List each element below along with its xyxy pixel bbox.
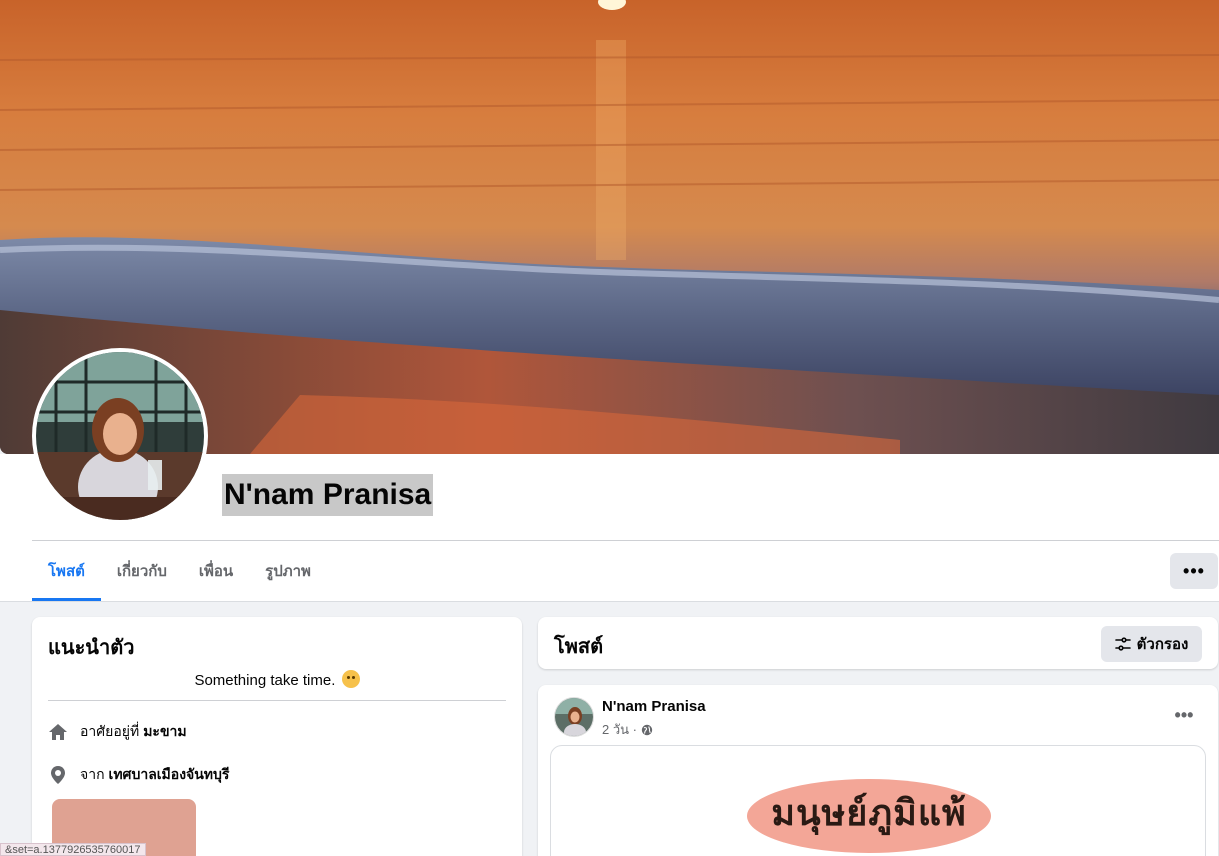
- post-timestamp[interactable]: 2 วัน ·: [602, 719, 637, 740]
- intro-bio: Something take time.: [32, 670, 522, 689]
- profile-avatar[interactable]: [32, 348, 208, 524]
- filter-sliders-icon: [1114, 636, 1131, 652]
- post-author-name[interactable]: N'nam Pranisa: [602, 698, 706, 715]
- tab-photos[interactable]: รูปภาพ: [249, 541, 327, 601]
- tab-about[interactable]: เกี่ยวกับ: [101, 541, 183, 601]
- avatar-image: [36, 352, 204, 520]
- more-options-button[interactable]: •••: [1170, 553, 1218, 589]
- bio-text: Something take time.: [194, 672, 336, 689]
- profile-name: N'nam Pranisa: [222, 474, 434, 516]
- intro-divider: [48, 700, 506, 701]
- smiling-cat-emoji-icon: [341, 670, 360, 688]
- intro-card: แนะนำตัว Something take time. อาศัยอยู่ท…: [32, 617, 522, 856]
- from-row: จาก เทศบาลเมืองจันทบุรี: [48, 764, 229, 786]
- post-more-button[interactable]: •••: [1166, 701, 1202, 729]
- home-icon: [48, 722, 68, 742]
- intro-title: แนะนำตัว: [48, 637, 135, 659]
- filter-button[interactable]: ตัวกรอง: [1101, 626, 1202, 662]
- tab-posts[interactable]: โพสต์: [32, 541, 101, 601]
- lives-in-prefix: อาศัยอยู่ที่: [80, 723, 140, 739]
- status-bar-url: &set=a.1377926535760017: [0, 843, 146, 856]
- location-pin-icon: [48, 765, 68, 785]
- tab-friends[interactable]: เพื่อน: [183, 541, 249, 601]
- globe-icon: [641, 724, 653, 736]
- filter-label: ตัวกรอง: [1136, 636, 1189, 653]
- lives-in-link[interactable]: มะขาม: [143, 721, 186, 743]
- lives-in-row: อาศัยอยู่ที่ มะขาม: [48, 721, 187, 743]
- profile-tabs: โพสต์ เกี่ยวกับ เพื่อน รูปภาพ: [32, 541, 327, 601]
- post-image[interactable]: มนุษย์ภูมิแพ้: [550, 745, 1206, 856]
- post-image-text: มนุษย์ภูมิแพ้: [771, 793, 967, 834]
- post-card: N'nam Pranisa 2 วัน · ••• มนุษย์ภูมิแพ้: [538, 685, 1218, 856]
- posts-header-card: โพสต์ ตัวกรอง: [538, 617, 1218, 669]
- post-author-avatar[interactable]: [554, 697, 594, 737]
- post-meta: 2 วัน ·: [602, 719, 653, 740]
- from-link[interactable]: เทศบาลเมืองจันทบุรี: [109, 764, 230, 786]
- posts-title: โพสต์: [554, 636, 604, 658]
- from-prefix: จาก: [80, 766, 105, 782]
